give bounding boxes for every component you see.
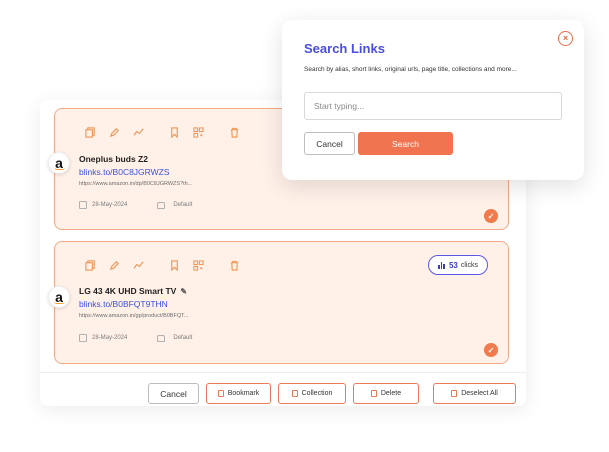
original-url: https://www.amazon.in/gp/product/B0BFQT.…	[79, 313, 189, 319]
link-meta: 28-May-2024 Default	[79, 334, 192, 342]
link-card[interactable]: 53 clicks a LG 43 4K UHD Smart TV ✎ blin…	[48, 241, 509, 364]
qr-icon[interactable]	[191, 125, 205, 139]
bulk-cancel-button[interactable]: Cancel	[148, 383, 199, 404]
calendar-icon	[79, 334, 87, 342]
link-date: 28-May-2024	[92, 202, 128, 208]
clicks-label: clicks	[460, 261, 478, 269]
modal-description: Search by alias, short links, original u…	[304, 66, 517, 73]
copy-icon[interactable]	[83, 258, 97, 272]
stage: a Oneplus buds Z2 blinks.to/B0C8JGRWZS h…	[0, 0, 609, 452]
delete-icon[interactable]	[227, 258, 241, 272]
amazon-logo: a	[48, 286, 70, 308]
card-toolbar	[83, 258, 251, 272]
link-title-row: LG 43 4K UHD Smart TV ✎	[79, 286, 187, 296]
short-link[interactable]: blinks.to/B0C8JGRWZS	[79, 167, 170, 177]
analytics-icon[interactable]	[131, 258, 145, 272]
qr-icon[interactable]	[191, 258, 205, 272]
deselect-all-button[interactable]: Deselect All	[433, 383, 516, 404]
bookmark-icon[interactable]	[167, 258, 181, 272]
modal-title: Search Links	[304, 41, 385, 56]
link-title: Oneplus buds Z2	[79, 154, 148, 164]
selected-check-icon[interactable]: ✓	[484, 343, 498, 357]
bulk-bookmark-button[interactable]: Bookmark	[206, 383, 271, 404]
search-input[interactable]	[304, 92, 562, 120]
card-toolbar	[83, 125, 251, 139]
deselect-icon	[451, 390, 458, 397]
analytics-icon[interactable]	[131, 125, 145, 139]
bookmark-icon	[217, 390, 224, 397]
collection-icon	[157, 201, 166, 209]
clicks-count: 53	[448, 260, 458, 270]
modal-search-button[interactable]: Search	[358, 132, 453, 155]
link-date: 28-May-2024	[92, 335, 128, 341]
edit-icon[interactable]	[107, 258, 121, 272]
amazon-logo: a	[48, 152, 70, 174]
original-url: https://www.amazon.in/dp/B0C8JGRWZS?th..…	[79, 181, 193, 187]
collection-icon	[157, 334, 166, 342]
bulk-collection-button[interactable]: Collection	[278, 383, 346, 404]
edit-icon[interactable]	[107, 125, 121, 139]
bulk-action-bar: Cancel Bookmark Collection Delete Desele…	[40, 372, 526, 406]
short-link[interactable]: blinks.to/B0BFQT9THN	[79, 299, 168, 309]
link-collection: Default	[173, 335, 193, 341]
link-meta: 28-May-2024 Default	[79, 201, 192, 209]
bulk-delete-button[interactable]: Delete	[353, 383, 419, 404]
modal-cancel-button[interactable]: Cancel	[304, 132, 355, 155]
close-icon[interactable]: ×	[558, 31, 573, 46]
selected-check-icon[interactable]: ✓	[484, 209, 498, 223]
bookmark-icon[interactable]	[167, 125, 181, 139]
delete-icon	[370, 390, 377, 397]
bar-chart-icon	[438, 261, 446, 269]
search-links-modal: Search Links × Search by alias, short li…	[282, 20, 584, 180]
edit-title-icon[interactable]: ✎	[180, 287, 187, 296]
calendar-icon	[79, 201, 87, 209]
collection-icon	[291, 390, 298, 397]
link-collection: Default	[173, 202, 193, 208]
copy-icon[interactable]	[83, 125, 97, 139]
clicks-badge[interactable]: 53 clicks	[428, 255, 488, 275]
link-title: LG 43 4K UHD Smart TV	[79, 286, 177, 296]
delete-icon[interactable]	[227, 125, 241, 139]
